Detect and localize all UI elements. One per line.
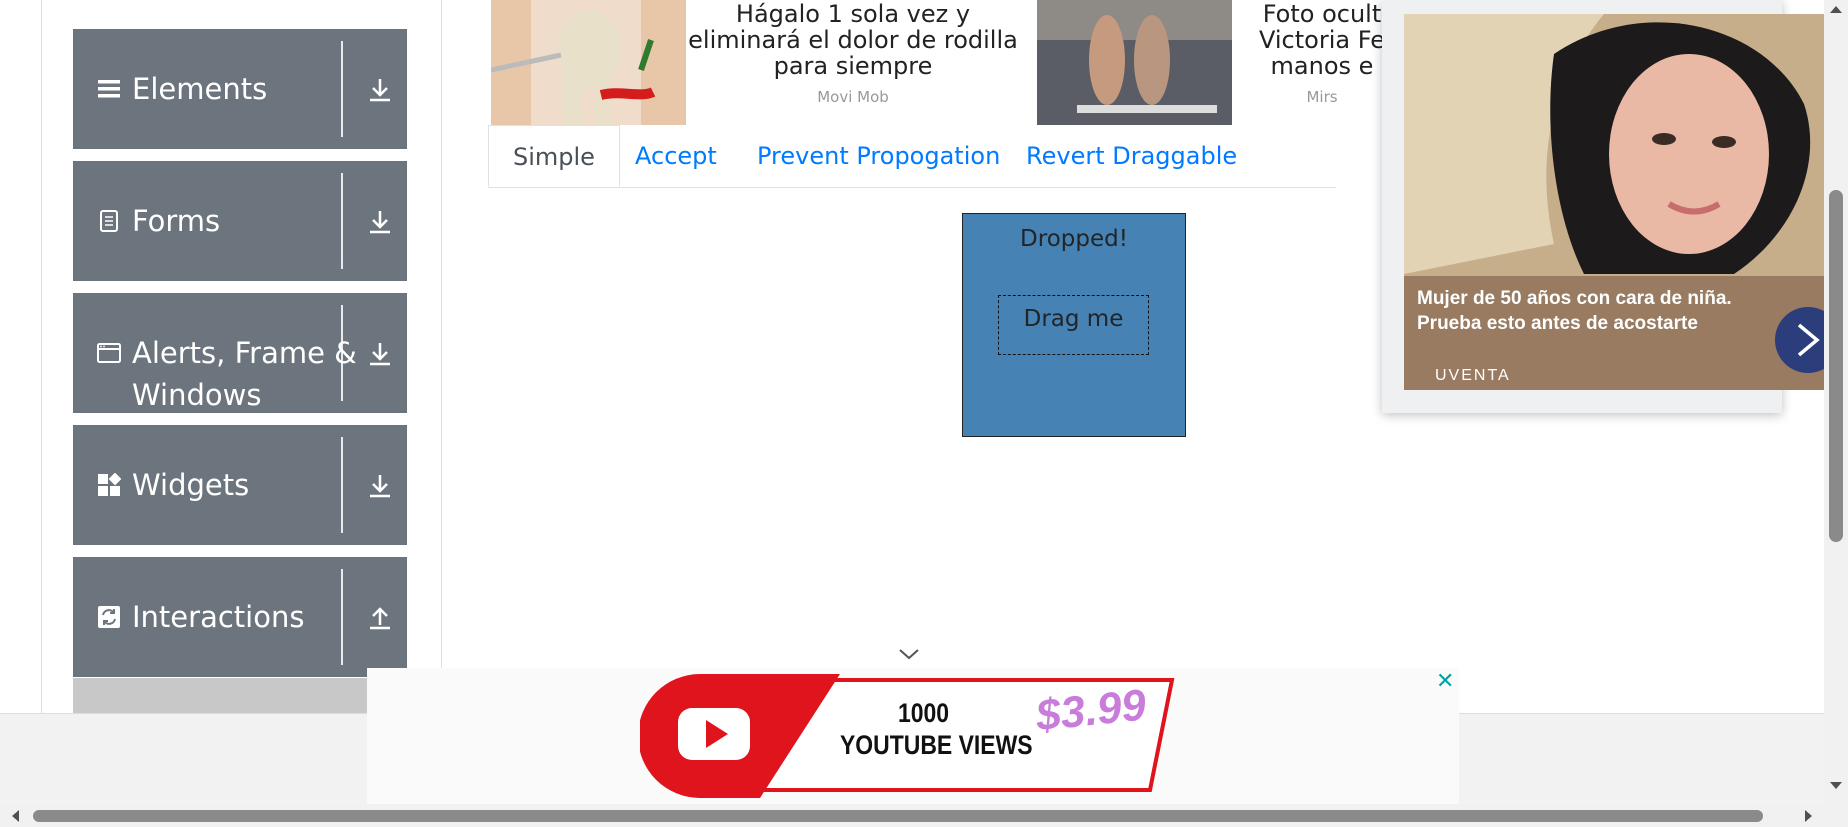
- scroll-left-icon[interactable]: [10, 809, 20, 823]
- tab-revert-draggable[interactable]: Revert Draggable: [1026, 125, 1237, 187]
- divider: [341, 173, 343, 269]
- droppable-label: Dropped!: [1020, 226, 1128, 252]
- ad-image-street[interactable]: [1037, 0, 1232, 125]
- draggable-box[interactable]: Drag me: [998, 295, 1149, 355]
- ad-line-2: YOUTUBE VIEWS: [840, 730, 1033, 760]
- expanded-menu-strip: [73, 678, 407, 713]
- ad-title-1[interactable]: Hágalo 1 sola vez y eliminará el dolor d…: [688, 1, 1018, 79]
- divider: [341, 305, 343, 401]
- ad-title-line: para siempre: [773, 52, 933, 80]
- tab-simple[interactable]: Simple: [488, 125, 620, 187]
- side-ad-brand: UVENTA: [1435, 367, 1511, 384]
- sidebar-border: [441, 0, 442, 713]
- download-icon: [370, 343, 390, 366]
- group-label-line1: Alerts, Frame &: [132, 336, 357, 370]
- upload-icon: [370, 607, 390, 630]
- vertical-scrollbar-thumb[interactable]: [1829, 190, 1843, 542]
- tabs-underline: [488, 187, 1336, 188]
- divider: [341, 569, 343, 665]
- ad-line-1: 1000: [898, 698, 950, 728]
- chevron-down-icon[interactable]: [898, 646, 920, 662]
- scroll-down-icon[interactable]: [1829, 781, 1843, 791]
- group-forms[interactable]: Forms: [73, 161, 407, 281]
- group-label: Interactions: [132, 600, 305, 634]
- group-alerts-frame-windows[interactable]: Alerts, Frame & Windows: [73, 293, 407, 413]
- group-widgets[interactable]: Widgets: [73, 425, 407, 545]
- list-icon: [98, 80, 120, 98]
- divider: [341, 437, 343, 533]
- side-ad-headline[interactable]: Mujer de 50 años con cara de niña. Prueb…: [1417, 286, 1797, 336]
- chevron-right-icon: [1797, 323, 1820, 357]
- download-icon: [370, 211, 390, 234]
- widgets-icon: [98, 473, 121, 496]
- left-border: [41, 0, 42, 713]
- tab-prevent-propogation[interactable]: Prevent Propogation: [757, 125, 1000, 187]
- download-icon: [370, 475, 390, 498]
- ad-image-knee[interactable]: [491, 0, 686, 125]
- horizontal-scrollbar-thumb[interactable]: [33, 810, 1763, 822]
- group-interactions[interactable]: Interactions: [73, 557, 407, 677]
- divider: [341, 41, 343, 137]
- ad-source-1: Movi Mob: [817, 88, 889, 106]
- interactions-icon: [98, 606, 120, 628]
- window-icon: [97, 343, 121, 363]
- ad-title-line: Hágalo 1 sola vez y: [735, 0, 971, 28]
- group-label: Elements: [132, 72, 268, 106]
- ad-title-line: eliminará el dolor de rodilla: [688, 26, 1018, 54]
- group-label: Widgets: [132, 468, 250, 502]
- side-ad-line: Prueba esto antes de acostarte: [1417, 313, 1698, 334]
- close-icon[interactable]: ✕: [1436, 670, 1454, 694]
- side-ad-line: Mujer de 50 años con cara de niña.: [1417, 288, 1732, 309]
- scroll-right-icon[interactable]: [1804, 809, 1814, 823]
- group-elements[interactable]: Elements: [73, 29, 407, 149]
- group-label-line2: Windows: [132, 378, 262, 412]
- scroll-up-icon[interactable]: [1829, 4, 1843, 14]
- tab-accept[interactable]: Accept: [635, 125, 717, 187]
- document-icon: [100, 210, 118, 232]
- group-label: Forms: [132, 204, 221, 238]
- download-icon: [370, 79, 390, 102]
